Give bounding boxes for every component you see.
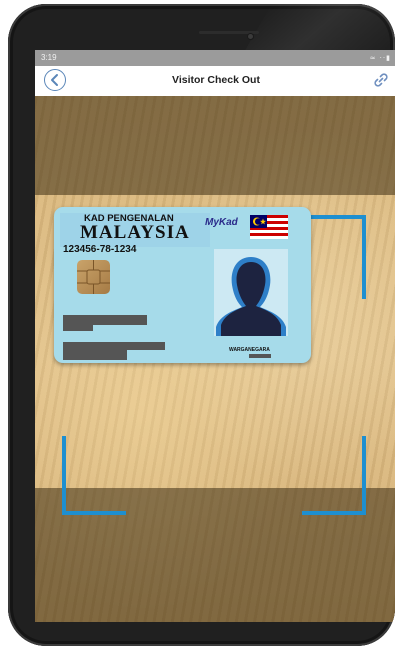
bottom-bezel <box>8 622 395 646</box>
id-card: KAD PENGENALAN MALAYSIA 123456-78-1234 M… <box>54 207 311 363</box>
redacted-address-line1 <box>63 342 165 350</box>
redacted-name-line2 <box>63 325 93 331</box>
front-camera <box>248 34 253 39</box>
card-chip <box>77 260 110 294</box>
scan-mask-top <box>35 96 395 195</box>
scan-frame-bottom-left <box>62 436 126 515</box>
redacted-name-line1 <box>63 315 147 325</box>
card-photo <box>214 249 288 336</box>
link-icon <box>374 73 388 87</box>
card-header-line2: MALAYSIA <box>80 222 190 243</box>
status-bar: 3:19 ≈ ⋅⋅▮ <box>35 50 395 66</box>
app-bar: Visitor Check Out <box>35 66 395 97</box>
malaysia-flag-icon <box>250 215 288 239</box>
status-icons: ≈ ⋅⋅▮ <box>369 54 391 62</box>
redacted-address-line2 <box>63 350 127 360</box>
glass-reflection <box>244 4 395 52</box>
status-time: 3:19 <box>41 53 57 62</box>
link-button[interactable] <box>373 72 389 93</box>
page-title: Visitor Check Out <box>172 74 260 86</box>
card-ic-number: 123456-78-1234 <box>63 244 137 255</box>
card-citizenship: WARGANEGARA <box>229 347 270 353</box>
redacted-citizenship-line <box>249 354 271 358</box>
chip-contacts-icon <box>77 260 110 294</box>
person-silhouette-icon <box>216 257 286 336</box>
scan-frame-bottom-right <box>302 436 366 515</box>
card-brand: MyKad <box>205 217 238 228</box>
